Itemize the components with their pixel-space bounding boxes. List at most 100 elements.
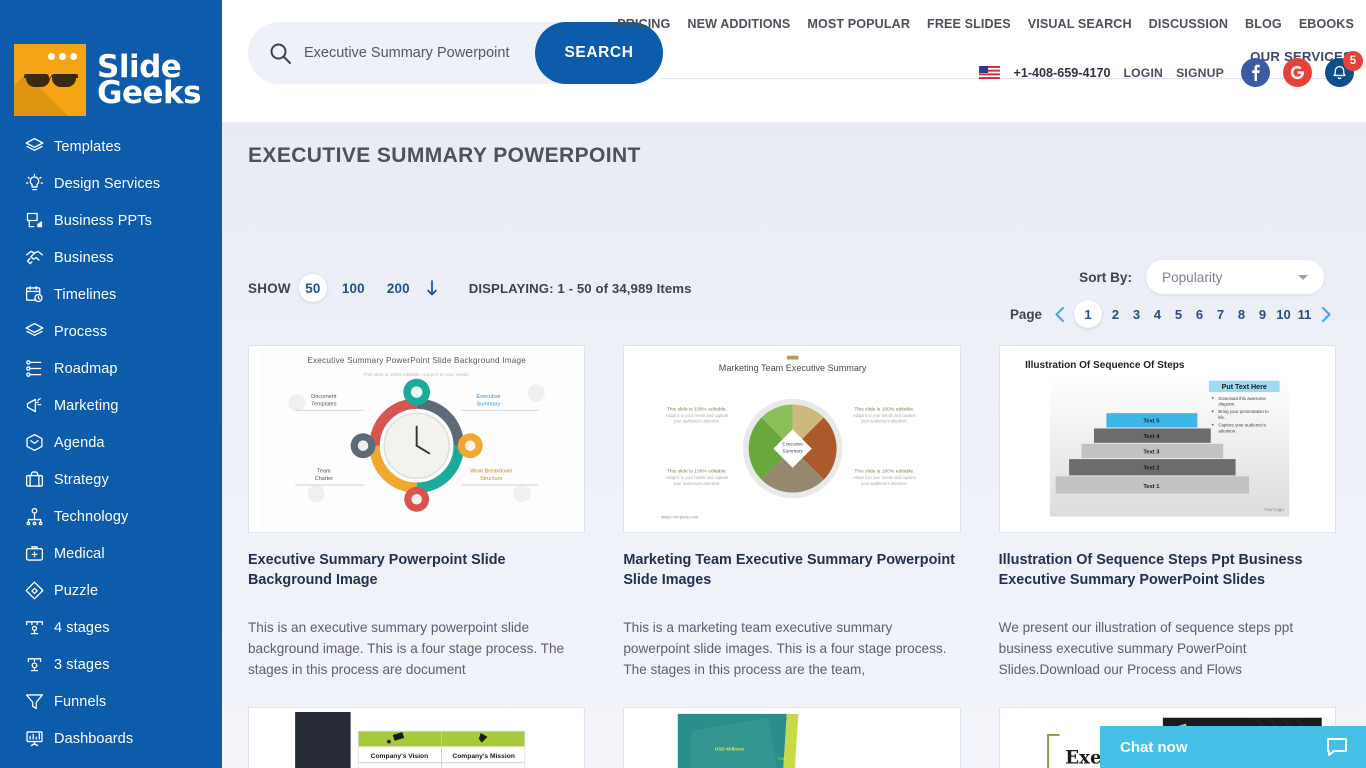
bell-icon[interactable]: 5: [1325, 51, 1363, 87]
sidebar-item-puzzle[interactable]: Puzzle: [0, 572, 222, 609]
svg-text:Illustration Of Sequence Of St: Illustration Of Sequence Of Steps: [1025, 360, 1185, 371]
svg-text:Company's Vision: Company's Vision: [371, 752, 429, 759]
sidebar-item-business[interactable]: Business: [0, 239, 222, 276]
pagination: Page 1 2 3 4 5 6 7 8 9 10 11: [1010, 300, 1336, 328]
sidebar-item-medical[interactable]: Medical: [0, 535, 222, 572]
page-1[interactable]: 1: [1074, 300, 1102, 328]
chat-now-label: Chat now: [1120, 738, 1188, 756]
show-option-200[interactable]: 200: [376, 281, 421, 296]
google-icon[interactable]: [1283, 58, 1312, 87]
thumbnail-clock-gears[interactable]: Executive Summary PowerPoint Slide Backg…: [248, 345, 586, 533]
page-11[interactable]: 11: [1294, 307, 1315, 322]
thumbnail-vision-mission-table[interactable]: ive ary Company's Vision Company's Missi…: [248, 706, 586, 768]
svg-text:Text 5: Text 5: [1143, 419, 1160, 425]
sidebar-item-label: Strategy: [54, 471, 109, 488]
arrow-down-icon[interactable]: [425, 280, 439, 296]
sidebar-item-4-stages[interactable]: 4 stages: [0, 609, 222, 646]
sidebar-item-dashboards[interactable]: Dashboards: [0, 720, 222, 757]
topnav-item-new-additions[interactable]: NEW ADDITIONS: [687, 17, 790, 31]
sidebar-item-roadmap[interactable]: Roadmap: [0, 350, 222, 387]
topnav-item-blog[interactable]: BLOG: [1245, 17, 1282, 31]
sidebar-item-business-ppts[interactable]: Business PPTs: [0, 202, 222, 239]
phone-number[interactable]: +1-408-659-4170: [1013, 66, 1110, 80]
svg-text:Download this awesome: Download this awesome: [1218, 396, 1266, 401]
sidebar-item-funnels[interactable]: Funnels: [0, 683, 222, 720]
page-7[interactable]: 7: [1210, 307, 1231, 322]
chevron-right-icon[interactable]: [1315, 304, 1336, 325]
svg-text:your audience's attention.: your audience's attention.: [674, 419, 721, 424]
card-title[interactable]: Illustration Of Sequence Steps Ppt Busin…: [999, 550, 1336, 591]
network-icon: [24, 506, 45, 527]
brand-logo[interactable]: Slide Geeks: [14, 44, 202, 116]
topnav-item-visual-search[interactable]: VISUAL SEARCH: [1028, 17, 1132, 31]
sidebar-item-label: Puzzle: [54, 582, 99, 599]
sort-select[interactable]: Popularity: [1146, 260, 1324, 294]
page-9[interactable]: 9: [1252, 307, 1273, 322]
page-3[interactable]: 3: [1126, 307, 1147, 322]
svg-text:Text 3: Text 3: [1143, 449, 1159, 455]
svg-text:7,000: 7,000: [778, 756, 788, 760]
page-8[interactable]: 8: [1231, 307, 1252, 322]
svg-text:Your Logo: Your Logo: [1264, 507, 1284, 512]
megaphone-icon: [24, 395, 45, 416]
search-button[interactable]: SEARCH: [535, 22, 663, 84]
sidebar-item-design-services[interactable]: Design Services: [0, 165, 222, 202]
sidebar-item-timelines[interactable]: Timelines: [0, 276, 222, 313]
sort-by-label: Sort By:: [1079, 269, 1132, 285]
sidebar-item-label: 4 stages: [54, 619, 110, 636]
sidebar-item-technology[interactable]: Technology: [0, 498, 222, 535]
svg-text:This slide is 100% editable.: This slide is 100% editable.: [667, 468, 727, 474]
signup-link[interactable]: SIGNUP: [1176, 66, 1224, 80]
page-10[interactable]: 10: [1273, 307, 1294, 322]
thumbnail-four-segment-donut[interactable]: Marketing Team Executive Summary Executi…: [623, 345, 961, 533]
thumbnail-stairs[interactable]: Illustration Of Sequence Of Steps Put Te…: [998, 345, 1336, 533]
topnav-item-pricing[interactable]: PRICING: [617, 17, 670, 31]
chevron-left-icon[interactable]: [1050, 304, 1071, 325]
svg-text:attention.: attention.: [1218, 428, 1236, 433]
page-6[interactable]: 6: [1189, 307, 1210, 322]
svg-text:Summary: Summary: [477, 402, 501, 408]
topnav-item-discussion[interactable]: DISCUSSION: [1149, 17, 1228, 31]
topnav-item-free-slides[interactable]: FREE SLIDES: [927, 17, 1011, 31]
page-5[interactable]: 5: [1168, 307, 1189, 322]
svg-text:Templates: Templates: [311, 402, 337, 408]
search-input[interactable]: [304, 45, 514, 61]
topnav-item-most-popular[interactable]: MOST POPULAR: [807, 17, 910, 31]
sidebar-item-process[interactable]: Process: [0, 313, 222, 350]
card-title[interactable]: Executive Summary Powerpoint Slide Backg…: [248, 550, 585, 591]
pagination-label: Page: [1009, 306, 1042, 322]
glasses-icon: [14, 44, 86, 116]
show-option-100[interactable]: 100: [331, 281, 376, 296]
layers-icon: [24, 321, 45, 342]
sidebar-item-3-stages[interactable]: 3 stages: [0, 646, 222, 683]
page-4[interactable]: 4: [1147, 307, 1168, 322]
svg-text:www.company.com: www.company.com: [661, 514, 699, 519]
page-2[interactable]: 2: [1105, 307, 1126, 322]
sidebar: Slide Geeks Templates Design Services Busi…: [0, 0, 222, 768]
sidebar-item-strategy[interactable]: Strategy: [0, 461, 222, 498]
puzzle-icon: [24, 580, 45, 601]
thumbnail-teal-bar-chart[interactable]: Financial Highlights USD Millions 7,0005…: [623, 706, 961, 768]
sidebar-item-templates[interactable]: Templates: [0, 128, 222, 165]
stages-three-icon: [24, 654, 45, 675]
page-title: EXECUTIVE SUMMARY POWERPOINT: [248, 144, 641, 167]
sidebar-item-agenda[interactable]: Agenda: [0, 424, 222, 461]
facebook-icon[interactable]: [1241, 58, 1270, 87]
sidebar-item-label: Process: [54, 323, 108, 340]
topnav-item-ebooks[interactable]: EBOOKS: [1299, 17, 1354, 31]
funnel-icon: [24, 691, 45, 712]
search-icon: [270, 43, 291, 64]
roadmap-icon: [24, 358, 45, 379]
svg-text:This slide is 100% editable.: This slide is 100% editable.: [855, 468, 915, 474]
search-bar[interactable]: SEARCH: [248, 22, 663, 84]
sidebar-item-marketing[interactable]: Marketing: [0, 387, 222, 424]
show-option-50[interactable]: 50: [298, 274, 327, 302]
chat-now-widget[interactable]: Chat now: [1100, 726, 1366, 768]
briefcase-icon: [24, 469, 45, 490]
svg-text:Marketing Team Executive Summa: Marketing Team Executive Summary: [719, 363, 867, 373]
svg-text:Text 4: Text 4: [1143, 434, 1160, 440]
login-link[interactable]: LOGIN: [1123, 66, 1163, 80]
notification-badge: 5: [1343, 51, 1363, 71]
svg-text:This slide is 100% editable.: This slide is 100% editable.: [855, 406, 915, 412]
card-title[interactable]: Marketing Team Executive Summary Powerpo…: [623, 550, 960, 591]
